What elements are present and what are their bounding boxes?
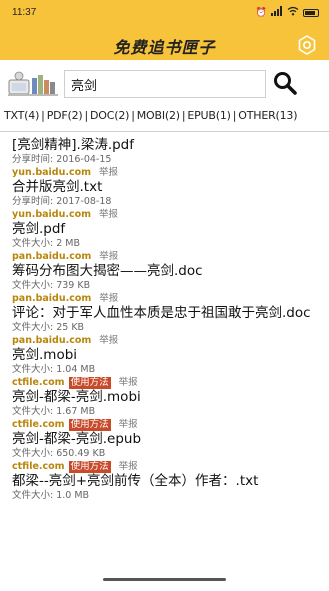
result-item[interactable]: 亮剑.pdf 文件大小: 2 MB pan.baidu.com 举报 — [12, 221, 324, 263]
result-domain: pan.baidu.com — [12, 335, 92, 346]
result-item[interactable]: 评论：对于军人血性本质是忠于祖国敢于亮剑.doc 文件大小: 25 KB pan… — [12, 305, 324, 347]
result-source: yun.baidu.com 举报 — [12, 166, 324, 179]
report-link[interactable]: 举报 — [99, 334, 118, 347]
filter-pdf[interactable]: PDF(2) — [47, 109, 83, 122]
result-item[interactable]: [亮剑精神].梁涛.pdf 分享时间: 2016-04-15 yun.baidu… — [12, 137, 324, 179]
usage-help-badge[interactable]: 使用方法 — [68, 376, 111, 389]
result-source: pan.baidu.com 举报 — [12, 250, 324, 263]
result-meta: 文件大小: 2 MB — [12, 238, 80, 249]
result-title[interactable]: 合并版亮剑.txt — [12, 179, 324, 196]
result-domain: yun.baidu.com — [12, 209, 92, 220]
result-title[interactable]: [亮剑精神].梁涛.pdf — [12, 137, 324, 154]
result-title[interactable]: 亮剑.mobi — [12, 347, 324, 364]
result-domain: ctfile.com — [12, 377, 65, 388]
result-domain: yun.baidu.com — [12, 167, 92, 178]
result-title[interactable]: 筹码分布图大揭密——亮剑.doc — [12, 263, 324, 280]
status-bar: 11:37 ⏰ — [0, 0, 329, 30]
search-button[interactable] — [272, 70, 298, 96]
search-icon — [274, 72, 297, 95]
result-meta: 分享时间: 2017-08-18 — [12, 196, 112, 207]
app-header: 免费追书匣子 — [0, 30, 329, 60]
result-meta: 文件大小: 25 KB — [12, 322, 85, 333]
gesture-nav-bar[interactable] — [103, 578, 226, 581]
divider — [0, 131, 329, 132]
result-source: pan.baidu.com 举报 — [12, 334, 324, 347]
result-item[interactable]: 亮剑-都梁-亮剑.epub 文件大小: 650.49 KB ctfile.com… — [12, 431, 324, 473]
result-domain: pan.baidu.com — [12, 293, 92, 304]
battery-icon — [303, 9, 319, 17]
settings-button[interactable] — [295, 33, 319, 57]
status-time: 11:37 — [12, 7, 37, 18]
result-meta: 文件大小: 1.0 MB — [12, 490, 90, 501]
result-meta: 文件大小: 650.49 KB — [12, 448, 106, 459]
app-title: 免费追书匣子 — [113, 38, 216, 57]
result-meta: 文件大小: 1.04 MB — [12, 364, 96, 375]
filter-doc[interactable]: DOC(2) — [90, 109, 129, 122]
search-field[interactable] — [64, 70, 266, 98]
result-item[interactable]: 合并版亮剑.txt 分享时间: 2017-08-18 yun.baidu.com… — [12, 179, 324, 221]
filter-other[interactable]: OTHER(13) — [238, 109, 297, 122]
status-icons: ⏰ — [256, 6, 319, 20]
report-link[interactable]: 举报 — [99, 250, 118, 263]
report-link[interactable]: 举报 — [99, 166, 118, 179]
result-source: ctfile.com 使用方法 举报 — [12, 418, 324, 431]
result-title[interactable]: 亮剑.pdf — [12, 221, 324, 238]
usage-help-badge[interactable]: 使用方法 — [68, 418, 111, 431]
result-domain: pan.baidu.com — [12, 251, 92, 262]
report-link[interactable]: 举报 — [99, 292, 118, 305]
result-title[interactable]: 都梁--亮剑+亮剑前传（全本）作者：.txt — [12, 473, 324, 490]
result-domain: ctfile.com — [12, 419, 65, 430]
result-title[interactable]: 评论：对于军人血性本质是忠于祖国敢于亮剑.doc — [12, 305, 324, 322]
result-item[interactable]: 都梁--亮剑+亮剑前传（全本）作者：.txt 文件大小: 1.0 MB — [12, 473, 324, 502]
usage-help-badge[interactable]: 使用方法 — [68, 460, 111, 473]
signal-icon — [271, 6, 283, 20]
result-item[interactable]: 亮剑-都梁-亮剑.mobi 文件大小: 1.67 MB ctfile.com 使… — [12, 389, 324, 431]
result-title[interactable]: 亮剑-都梁-亮剑.mobi — [12, 389, 324, 406]
result-source: ctfile.com 使用方法 举报 — [12, 460, 324, 473]
result-item[interactable]: 亮剑.mobi 文件大小: 1.04 MB ctfile.com 使用方法 举报 — [12, 347, 324, 389]
result-title[interactable]: 亮剑-都梁-亮剑.epub — [12, 431, 324, 448]
gear-icon — [298, 35, 316, 55]
report-link[interactable]: 举报 — [119, 460, 138, 473]
report-link[interactable]: 举报 — [119, 376, 138, 389]
wifi-icon — [287, 6, 299, 20]
search-row — [0, 64, 329, 102]
result-domain: ctfile.com — [12, 461, 65, 472]
filter-txt[interactable]: TXT(4) — [4, 109, 39, 122]
result-meta: 文件大小: 739 KB — [12, 280, 91, 291]
result-source: ctfile.com 使用方法 举报 — [12, 376, 324, 389]
results-list: [亮剑精神].梁涛.pdf 分享时间: 2016-04-15 yun.baidu… — [12, 137, 324, 518]
result-source: pan.baidu.com 举报 — [12, 292, 324, 305]
result-meta: 分享时间: 2016-04-15 — [12, 154, 112, 165]
result-meta: 文件大小: 1.67 MB — [12, 406, 96, 417]
result-item[interactable]: 筹码分布图大揭密——亮剑.doc 文件大小: 739 KB pan.baidu.… — [12, 263, 324, 305]
app-logo — [8, 70, 58, 98]
alarm-icon: ⏰ — [255, 8, 267, 18]
report-link[interactable]: 举报 — [99, 208, 118, 221]
result-source: yun.baidu.com 举报 — [12, 208, 324, 221]
search-input[interactable] — [65, 71, 265, 97]
filter-epub[interactable]: EPUB(1) — [187, 109, 231, 122]
filter-mobi[interactable]: MOBI(2) — [137, 109, 180, 122]
format-filter-bar: TXT(4) | PDF(2) | DOC(2) | MOBI(2) | EPUB(1) | OTH… — [4, 109, 298, 122]
report-link[interactable]: 举报 — [119, 418, 138, 431]
